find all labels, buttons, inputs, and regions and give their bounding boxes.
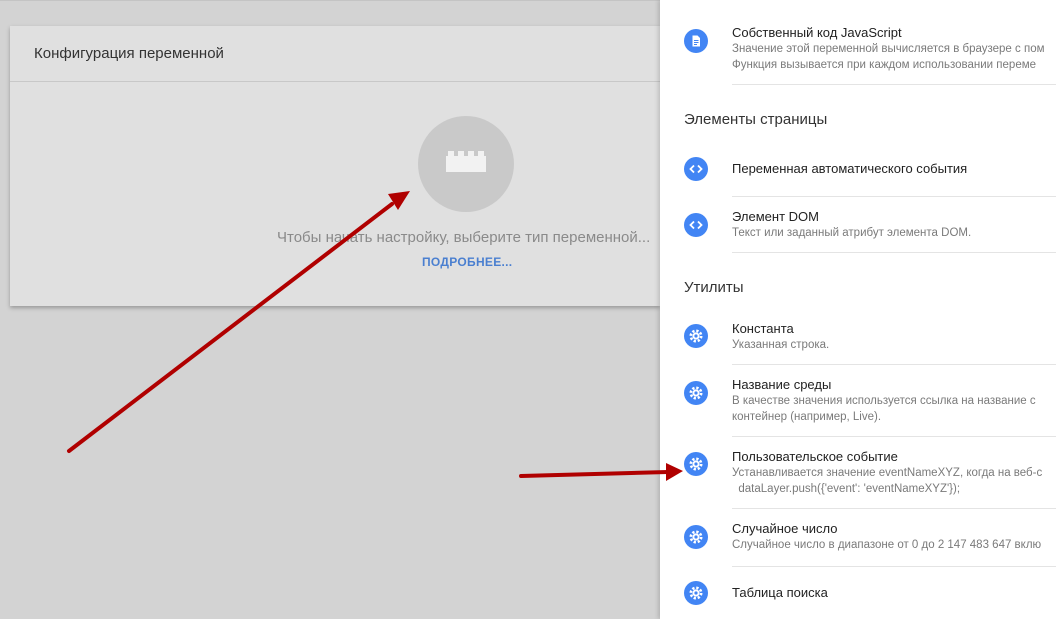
variable-type-dom-element[interactable]: Элемент DOM Текст или заданный атрибут э… [660, 206, 1056, 248]
variable-type-auto-event[interactable]: Переменная автоматического события [660, 156, 1056, 196]
gear-icon [684, 381, 708, 405]
divider [732, 196, 1056, 197]
arrow-to-custom-event [519, 463, 683, 481]
gear-icon [684, 581, 708, 605]
divider [732, 566, 1056, 567]
code-icon [684, 157, 708, 181]
divider [732, 436, 1056, 437]
variable-type-random-number[interactable]: Случайное число Случайное число в диапаз… [660, 518, 1056, 560]
divider [732, 84, 1056, 85]
code-icon [684, 213, 708, 237]
document-icon [684, 29, 708, 53]
item-description: Функция вызывается при каждом использова… [732, 59, 1037, 71]
item-name: Название среды [732, 377, 832, 392]
section-title-page-elements: Элементы страницы [684, 111, 828, 128]
divider [732, 508, 1056, 509]
variable-type-panel: Собственный код JavaScript Значение этой… [660, 0, 1056, 619]
variable-type-custom-javascript[interactable]: Собственный код JavaScript Значение этой… [660, 22, 1056, 82]
choose-type-prompt: Чтобы начать настройку, выберите тип пер… [277, 229, 651, 246]
variable-config-card: Конфигурация переменной Чтобы начать нас… [10, 26, 660, 306]
item-name: Переменная автоматического события [732, 161, 968, 176]
variable-type-custom-event[interactable]: Пользовательское событие Устанавливается… [660, 446, 1056, 504]
item-description: Значение этой переменной вычисляется в б… [732, 43, 1045, 55]
item-description: В качестве значения используется ссылка … [732, 395, 1036, 407]
brick-icon [446, 151, 486, 172]
item-description: контейнер (например, Live). [732, 411, 882, 423]
item-name: Константа [732, 321, 794, 336]
divider [732, 364, 1056, 365]
item-description: dataLayer.push({'event': 'eventNameXYZ'}… [732, 483, 961, 495]
variable-type-constant[interactable]: Константа Указанная строка. [660, 318, 1056, 360]
gear-icon [684, 525, 708, 549]
gear-icon [684, 324, 708, 348]
item-name: Случайное число [732, 521, 838, 536]
item-name: Таблица поиска [732, 585, 828, 600]
card-title: Конфигурация переменной [10, 26, 660, 82]
learn-more-link[interactable]: ПОДРОБНЕЕ... [422, 255, 512, 269]
item-name: Пользовательское событие [732, 449, 898, 464]
variable-type-placeholder[interactable] [418, 116, 514, 212]
item-description: Указанная строка. [732, 339, 830, 351]
item-description: Устанавливается значение eventNameXYZ, к… [732, 467, 1043, 479]
top-divider [0, 0, 660, 1]
item-description: Текст или заданный атрибут элемента DOM. [732, 227, 972, 239]
divider [732, 252, 1056, 253]
variable-type-lookup-table[interactable]: Таблица поиска [660, 578, 1056, 610]
item-name: Элемент DOM [732, 209, 819, 224]
gear-icon [684, 452, 708, 476]
variable-type-environment-name[interactable]: Название среды В качестве значения испол… [660, 374, 1056, 432]
item-description: Случайное число в диапазоне от 0 до 2 14… [732, 539, 1042, 551]
item-name: Собственный код JavaScript [732, 25, 902, 40]
section-title-utilities: Утилиты [684, 279, 744, 296]
